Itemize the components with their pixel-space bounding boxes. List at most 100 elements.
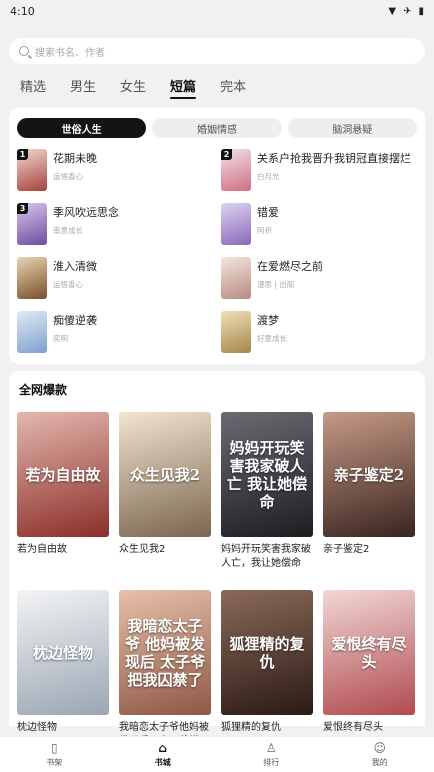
rank-badge: 2: [221, 149, 232, 160]
segment-worldly-life[interactable]: 世俗人生: [17, 118, 147, 138]
category-tabs: 精选 男生 女生 短篇 完本: [0, 76, 434, 100]
search-icon: [19, 46, 29, 56]
nav-label: 我的: [371, 757, 388, 767]
book-card[interactable]: 枕边怪物 枕边怪物: [17, 590, 109, 758]
book-author: 南意成长: [53, 226, 83, 235]
book-cover: 若为自由故: [17, 412, 109, 537]
home-icon: ⌂: [158, 740, 168, 755]
book-author: 奕明: [53, 334, 68, 343]
book-author: 阿祈: [257, 226, 272, 235]
rank-icon: ♙: [265, 740, 277, 755]
book-card[interactable]: 众生见我2 众生见我2: [119, 412, 211, 580]
book-icon: ▯: [50, 740, 58, 755]
ranking-item[interactable]: 淮入清微 运悟香心: [17, 257, 213, 301]
status-bar: 4:10 ▼ ✈ ▮: [0, 0, 434, 22]
book-card[interactable]: 我暗恋太子爷 他妈被发现后 太子爷把我囚禁了 我暗恋太子爷他妈被发现后，太子爷把…: [119, 590, 211, 758]
book-title: 狐狸精的复仇: [221, 722, 281, 733]
nav-home[interactable]: ⌂ 书城: [133, 740, 193, 768]
book-author: 运悟香心: [53, 172, 83, 181]
tab-female[interactable]: 女生: [120, 76, 146, 95]
book-cover: 爱恨终有尽头: [323, 590, 415, 715]
book-cover: 枕边怪物: [17, 590, 109, 715]
ranking-item[interactable]: 1 花期未晚 运悟香心: [17, 149, 213, 193]
book-cover: 3: [17, 203, 47, 245]
book-title: 枕边怪物: [17, 722, 57, 733]
rank-badge: 3: [17, 203, 28, 214]
book-title: 淮入清微: [53, 260, 97, 273]
tab-short[interactable]: 短篇: [170, 76, 197, 99]
status-icons: ▼ ✈ ▮: [388, 6, 424, 17]
ranking-card: 世俗人生 婚姻情感 脑洞悬疑 1 花期未晚 运悟香心 2 关系户抢我晋升我钥冠直…: [9, 108, 425, 364]
book-cover: [221, 311, 251, 353]
book-title: 在爱燃尽之前: [257, 260, 323, 273]
airplane-icon: ✈: [403, 5, 412, 17]
profile-icon: ☺: [373, 740, 386, 755]
ranking-item[interactable]: 错爱 阿祈: [221, 203, 417, 247]
nav-book[interactable]: ▯ 书架: [24, 740, 84, 768]
book-author: 白月光: [257, 172, 280, 181]
cover-title: 亲子鉴定2: [333, 465, 405, 484]
tab-male[interactable]: 男生: [70, 76, 96, 95]
book-title: 季风吹远思念: [53, 206, 119, 219]
tab-featured[interactable]: 精选: [20, 76, 46, 95]
rank-badge: 1: [17, 149, 28, 160]
book-title: 渡梦: [257, 314, 279, 327]
ranking-item[interactable]: 渡梦 好意成长: [221, 311, 417, 355]
search-bar[interactable]: 搜索书名、作者: [9, 38, 425, 64]
nav-label: 书架: [46, 757, 63, 767]
tab-completed[interactable]: 完本: [220, 76, 246, 95]
book-cover: 亲子鉴定2: [323, 412, 415, 537]
book-card[interactable]: 亲子鉴定2 亲子鉴定2: [323, 412, 415, 580]
book-title: 若为自由故: [17, 544, 67, 555]
nav-profile[interactable]: ☺ 我的: [350, 740, 410, 768]
cover-title: 众生见我2: [129, 465, 201, 484]
book-title: 关系户抢我晋升我钥冠直接摆烂: [257, 152, 411, 165]
wifi-icon: ▼: [388, 5, 397, 17]
book-cover: 我暗恋太子爷 他妈被发现后 太子爷把我囚禁了: [119, 590, 211, 715]
book-cover: 妈妈开玩笑害我家破人亡 我让她偿命: [221, 412, 313, 537]
book-title: 妈妈开玩笑害我家破人亡，我让她偿命: [221, 544, 311, 569]
ranking-item[interactable]: 痴傻逆袭 奕明: [17, 311, 213, 355]
book-card[interactable]: 若为自由故 若为自由故: [17, 412, 109, 580]
nav-rank[interactable]: ♙ 排行: [241, 740, 301, 768]
book-cover: 狐狸精的复仇: [221, 590, 313, 715]
book-title: 爱恨终有尽头: [323, 722, 383, 733]
status-time: 4:10: [10, 4, 35, 18]
book-cover: 众生见我2: [119, 412, 211, 537]
book-cover: 2: [221, 149, 251, 191]
book-title: 亲子鉴定2: [323, 544, 370, 555]
book-title: 痴傻逆袭: [53, 314, 97, 327]
nav-label: 书城: [154, 757, 171, 767]
hot-books-grid: 若为自由故 若为自由故 众生见我2 众生见我2 妈妈开玩笑害我家破人亡 我让她偿…: [17, 412, 417, 758]
cover-title: 狐狸精的复仇: [229, 634, 305, 671]
segment-marriage[interactable]: 婚姻情感: [152, 118, 282, 138]
ranking-item[interactable]: 2 关系户抢我晋升我钥冠直接摆烂 白月光: [221, 149, 417, 193]
cover-title: 枕边怪物: [32, 643, 93, 662]
book-cover: [17, 257, 47, 299]
book-card[interactable]: 爱恨终有尽头 爱恨终有尽头: [323, 590, 415, 758]
book-author: 运悟香心: [53, 280, 83, 289]
book-cover: 1: [17, 149, 47, 191]
book-title: 花期未晚: [53, 152, 97, 165]
book-cover: [17, 311, 47, 353]
book-cover: [221, 257, 251, 299]
cover-title: 爱恨终有尽头: [331, 634, 407, 671]
cover-title: 我暗恋太子爷 他妈被发现后 太子爷把我囚禁了: [124, 616, 206, 689]
ranking-item[interactable]: 在爱燃尽之前 漫思 | 出阁: [221, 257, 417, 301]
nav-label: 排行: [263, 757, 280, 767]
book-title: 错爱: [257, 206, 279, 219]
book-cover: [221, 203, 251, 245]
search-placeholder: 搜索书名、作者: [35, 47, 105, 59]
hot-section: 全网爆款 若为自由故 若为自由故 众生见我2 众生见我2 妈妈开玩笑害我家破人亡…: [9, 371, 425, 747]
ranking-item[interactable]: 3 季风吹远思念 南意成长: [17, 203, 213, 247]
book-card[interactable]: 狐狸精的复仇 狐狸精的复仇: [221, 590, 313, 758]
segment-suspense[interactable]: 脑洞悬疑: [287, 118, 417, 138]
cover-title: 妈妈开玩笑害我家破人亡 我让她偿命: [226, 438, 308, 511]
book-card[interactable]: 妈妈开玩笑害我家破人亡 我让她偿命 妈妈开玩笑害我家破人亡，我让她偿命: [221, 412, 313, 580]
book-author: 漫思 | 出阁: [257, 280, 295, 289]
bottom-nav: ▯ 书架 ⌂ 书城 ♙ 排行 ☺ 我的: [0, 736, 434, 772]
cover-title: 若为自由故: [25, 465, 101, 484]
battery-icon: ▮: [418, 5, 424, 17]
genre-segments: 世俗人生 婚姻情感 脑洞悬疑: [17, 118, 417, 138]
book-author: 好意成长: [257, 334, 287, 343]
